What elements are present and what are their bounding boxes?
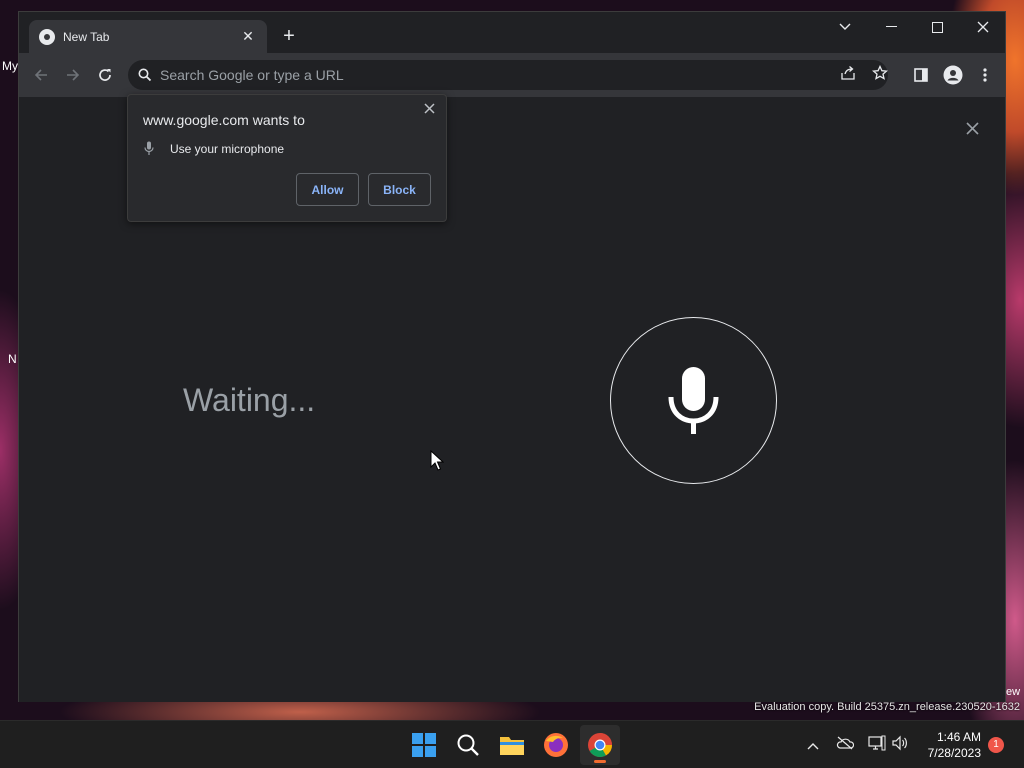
reload-button[interactable] [91,61,119,89]
start-button[interactable] [404,725,444,765]
back-icon [34,69,47,81]
side-panel-button[interactable] [907,61,935,89]
bookmark-star-icon[interactable] [870,64,890,85]
taskbar: 1:46 AM 7/28/2023 1 [0,720,1024,768]
permission-close-button[interactable] [420,101,438,118]
new-tab-button[interactable]: + [277,24,301,48]
desktop-text-fragment: ew [1006,686,1021,698]
menu-button[interactable] [971,61,999,89]
clock-time: 1:46 AM [936,730,981,744]
active-app-indicator [594,760,606,763]
desktop-icon-label[interactable]: N [8,352,17,366]
microphone-icon [144,141,154,155]
menu-icon [983,68,987,82]
network-icon[interactable] [867,735,887,755]
close-icon [966,122,979,135]
address-bar[interactable]: Search Google or type a URL [128,60,890,90]
back-button[interactable] [27,61,55,89]
block-button[interactable]: Block [368,173,431,206]
permission-prompt-title: www.google.com wants to [143,112,305,128]
profile-icon [943,65,963,85]
chevron-up-icon [807,743,819,750]
address-bar-placeholder: Search Google or type a URL [160,67,344,83]
forward-button[interactable] [59,61,87,89]
desktop-icon-label[interactable]: My [2,59,18,73]
side-panel-icon [914,68,928,82]
show-hidden-icons-button[interactable] [803,735,823,755]
search-icon [457,734,479,756]
tab-close-button[interactable]: ✕ [239,28,257,45]
clock-date: 7/28/2023 [927,746,981,760]
maximize-button[interactable] [914,12,960,42]
profile-button[interactable] [939,61,967,89]
forward-icon [67,69,80,81]
browser-toolbar: Search Google or type a URL [19,53,1005,97]
firefox-button[interactable] [536,725,576,765]
permission-request-item: Use your microphone [144,141,284,156]
maximize-icon [931,21,943,33]
minimize-icon [885,26,897,27]
search-tabs-button[interactable] [822,12,868,42]
close-icon [423,103,435,114]
voice-search-close-button[interactable] [966,119,979,140]
reload-icon [99,69,111,81]
mouse-cursor-icon [430,450,444,471]
chevron-down-icon [839,23,851,30]
system-clock[interactable]: 1:46 AM 7/28/2023 [928,729,981,761]
file-explorer-icon [500,737,524,755]
volume-icon[interactable] [890,735,910,755]
search-icon [138,68,152,82]
close-icon [977,21,989,33]
permission-item-label: Use your microphone [170,141,285,156]
taskbar-search-button[interactable] [448,725,488,765]
chrome-taskbar-button[interactable] [580,725,620,765]
evaluation-watermark: Evaluation copy. Build 25375.zn_release.… [754,701,1020,713]
permission-prompt: www.google.com wants to Use your microph… [127,94,447,222]
chrome-icon [39,28,55,45]
share-icon[interactable] [838,65,858,85]
notification-badge[interactable]: 1 [988,737,1004,753]
firefox-icon [544,733,568,757]
microphone-button[interactable] [610,317,777,484]
close-window-button[interactable] [960,12,1006,42]
tab-title: New Tab [63,29,110,44]
allow-button[interactable]: Allow [296,173,359,206]
file-explorer-button[interactable] [492,725,532,765]
onedrive-icon[interactable] [835,735,855,755]
microphone-icon [668,366,718,434]
minimize-button[interactable] [868,12,914,42]
title-bar: New Tab ✕ + [19,12,1005,53]
chrome-icon [588,733,612,758]
voice-status-text: Waiting... [183,382,316,418]
tab-new-tab[interactable]: New Tab ✕ [29,20,267,53]
start-icon [412,733,436,757]
